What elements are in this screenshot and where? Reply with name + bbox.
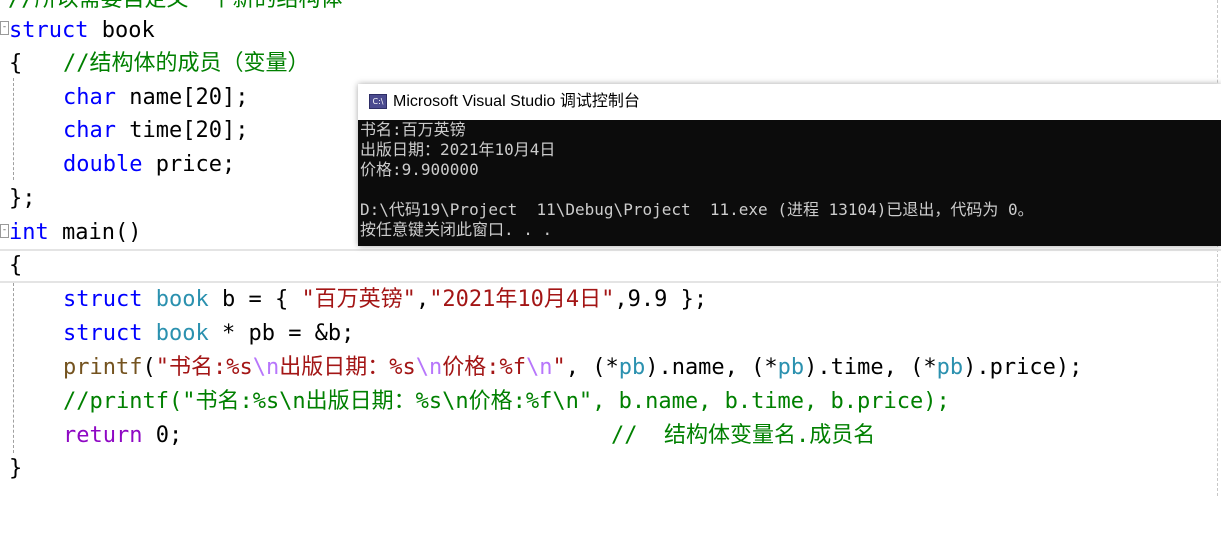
type-book: book [142, 287, 209, 312]
type-char: char [63, 85, 116, 110]
keyword-return: return [63, 423, 143, 448]
console-line: 出版日期：2021年10月4日 [360, 140, 556, 159]
member-comment: //结构体的成员（变量） [63, 51, 310, 76]
keyword-struct: struct [63, 287, 143, 312]
arg-time: ).time, (* [804, 355, 937, 380]
escape-newline: \n [415, 355, 443, 380]
code-line-return: return 0; // 结构体变量名.成员名 [0, 419, 875, 453]
comma: , [415, 287, 430, 312]
format-part-2: 出版日期：%s [279, 355, 416, 380]
code-line-commented-printf: //printf("书名:%s\n出版日期：%s\n价格:%f\n", b.na… [0, 385, 950, 419]
string-date: "2021年10月4日" [429, 287, 615, 312]
member-name-decl: name[20]; [115, 85, 249, 110]
var-pb: pb [936, 355, 964, 380]
console-line: 书名:百万英镑 [360, 120, 466, 139]
arg-price: ).price); [963, 355, 1083, 380]
code-line-struct-b: struct book b = { "百万英镑","2021年10月4日",9.… [0, 283, 707, 317]
var-pb: pb [777, 355, 805, 380]
scroll-margin-guide [1217, 0, 1218, 496]
return-value: 0; [142, 423, 183, 448]
console-output[interactable]: 书名:百万英镑 出版日期：2021年10月4日 价格:9.900000 D:\代… [360, 120, 1221, 246]
type-double: double [63, 152, 143, 177]
init-tail: ,9.9 }; [614, 287, 708, 312]
console-title-bar[interactable]: C:\ Microsoft Visual Studio 调试控制台 [358, 84, 1221, 120]
console-line: 按任意键关闭此窗口. . . [360, 220, 553, 239]
member-time-decl: time[20]; [115, 118, 249, 143]
arg-sep: , (* [565, 355, 619, 380]
type-char: char [63, 118, 116, 143]
code-editor[interactable]: //所以需要自定义一个新的结构体 - - struct book { //结构体… [0, 0, 1221, 496]
code-line-open-brace: { //结构体的成员（变量） [0, 47, 310, 81]
commented-printf: //printf("书名:%s\n出版日期：%s\n价格:%f\n", b.na… [63, 389, 950, 414]
debug-console-window[interactable]: C:\ Microsoft Visual Studio 调试控制台 书名:百万英… [358, 84, 1221, 246]
keyword-int: int [9, 220, 49, 245]
open-brace: { [9, 51, 23, 76]
code-line-member-price: double price; [0, 148, 235, 182]
code-line-main-close: } [0, 452, 53, 486]
code-line-main: int main() [0, 216, 141, 250]
main-signature: main() [48, 220, 142, 245]
code-line-main-open: { [0, 249, 53, 283]
code-line-close-struct: }; [0, 182, 53, 216]
keyword-struct: struct [63, 321, 143, 346]
main-close-brace: } [9, 456, 23, 481]
member-price-decl: price; [142, 152, 236, 177]
function-printf: printf [63, 355, 143, 380]
escape-newline: \n [525, 355, 553, 380]
console-app-icon: C:\ [369, 94, 387, 109]
init-prefix: b = { [208, 287, 302, 312]
string-title: "百万英镑" [301, 287, 416, 312]
format-end-quote: " [552, 355, 566, 380]
arg-name: ).name, (* [645, 355, 778, 380]
main-open-brace: { [9, 253, 23, 278]
type-book: book [142, 321, 209, 346]
code-line-member-time: char time[20]; [0, 114, 248, 148]
return-comment: // 结构体变量名.成员名 [611, 423, 876, 448]
code-line-struct-pb: struct book * pb = &b; [0, 317, 354, 351]
console-line: 价格:9.900000 [360, 160, 479, 179]
console-line: D:\代码19\Project 11\Debug\Project 11.exe … [360, 200, 1034, 219]
code-line-struct: struct book [0, 14, 155, 48]
struct-name: book [88, 18, 155, 43]
current-line-highlight [0, 249, 1221, 283]
var-pb: pb [618, 355, 646, 380]
paren-open: ( [142, 355, 156, 380]
console-title: Microsoft Visual Studio 调试控制台 [393, 93, 640, 110]
format-part-3: 价格:%f [442, 355, 526, 380]
close-struct-brace: }; [9, 186, 36, 211]
pointer-decl: * pb = &b; [208, 321, 355, 346]
keyword-struct: struct [9, 18, 89, 43]
code-line-member-name: char name[20]; [0, 81, 248, 115]
format-part-1: "书名:%s [155, 355, 253, 380]
code-line-printf: printf("书名:%s\n出版日期：%s\n价格:%f\n", (*pb).… [0, 351, 1082, 385]
escape-newline: \n [252, 355, 280, 380]
